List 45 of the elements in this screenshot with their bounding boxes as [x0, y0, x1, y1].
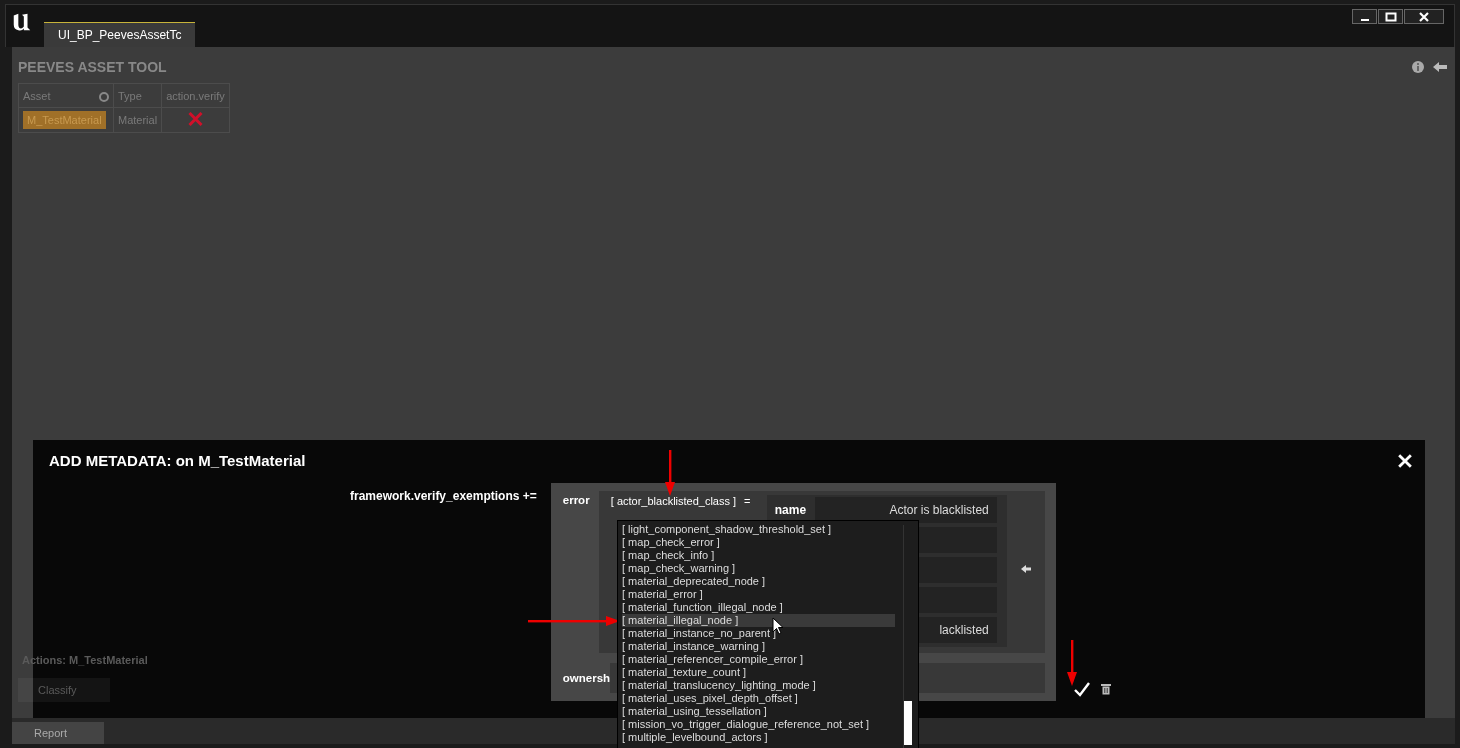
dropdown-item[interactable]: [ material_error ] [622, 588, 895, 601]
scrollbar-thumb[interactable] [904, 701, 912, 745]
dropdown-item[interactable]: [ mission_vo_trigger_dialogue_reference_not_set ] [622, 718, 895, 731]
settings-icon[interactable] [99, 91, 109, 102]
document-tab[interactable]: UI_BP_PeevesAssetTc [44, 22, 196, 47]
report-button[interactable]: Report [12, 722, 104, 744]
entry-label: error [562, 493, 591, 508]
back-arrow-icon[interactable] [1433, 62, 1447, 72]
trash-icon[interactable] [1100, 683, 1111, 695]
dialog-title: ADD METADATA: on M_TestMaterial [49, 452, 306, 469]
minimize-icon [1360, 18, 1369, 21]
property-label: framework.verify_exemptions += [350, 489, 537, 503]
field-label: name [774, 503, 807, 517]
dropdown-item[interactable]: [ map_check_info ] [622, 549, 895, 562]
tool-title: PEEVES ASSET TOOL [18, 59, 167, 75]
type-cell: Material [113, 107, 162, 133]
minimize-button[interactable] [1352, 9, 1377, 24]
dropdown-item[interactable]: [ map_check_warning ] [622, 562, 895, 575]
annotation-arrow [665, 450, 675, 496]
dropdown-item[interactable]: [ material_deprecated_node ] [622, 575, 895, 588]
dropdown-item[interactable]: [ map_check_error ] [622, 536, 895, 549]
operator-label: = [744, 495, 751, 507]
maximize-icon [1384, 10, 1397, 23]
key-dropdown[interactable]: [ actor_blacklisted_class ] [610, 495, 737, 507]
dropdown-item[interactable]: [ material_referencer_compile_error ] [622, 653, 895, 666]
dropdown-item[interactable]: [ material_instance_warning ] [622, 640, 895, 653]
dropdown-item[interactable]: [ material_using_tessellation ] [622, 705, 895, 718]
dropdown-item[interactable]: [ material_uses_pixel_depth_offset ] [622, 692, 895, 705]
maximize-button[interactable] [1378, 9, 1403, 24]
dropdown-item[interactable]: [ light_component_shadow_threshold_set ] [622, 523, 895, 536]
annotation-arrow [1067, 640, 1077, 686]
close-icon[interactable] [1398, 453, 1412, 468]
dropdown-item[interactable]: [ material_texture_count ] [622, 666, 895, 679]
dropdown-item[interactable]: [ material_translucency_lighting_mode ] [622, 679, 895, 692]
dropdown-item[interactable]: [ multiple_levelbound_actors ] [622, 731, 895, 744]
engine-logo-icon [11, 11, 33, 33]
back-arrow-icon[interactable] [1020, 565, 1031, 573]
input-field[interactable]: Actor is blacklisted [814, 497, 997, 523]
info-icon[interactable] [1411, 60, 1425, 74]
checkmark-icon[interactable] [1072, 681, 1091, 697]
dropdown-item[interactable]: [ material_illegal_node ] [622, 614, 895, 627]
dropdown-item[interactable]: [ material_function_illegal_node ] [622, 601, 895, 614]
close-button[interactable] [1404, 9, 1444, 24]
ownership-label: ownersh [562, 672, 611, 684]
close-icon [1418, 10, 1430, 23]
